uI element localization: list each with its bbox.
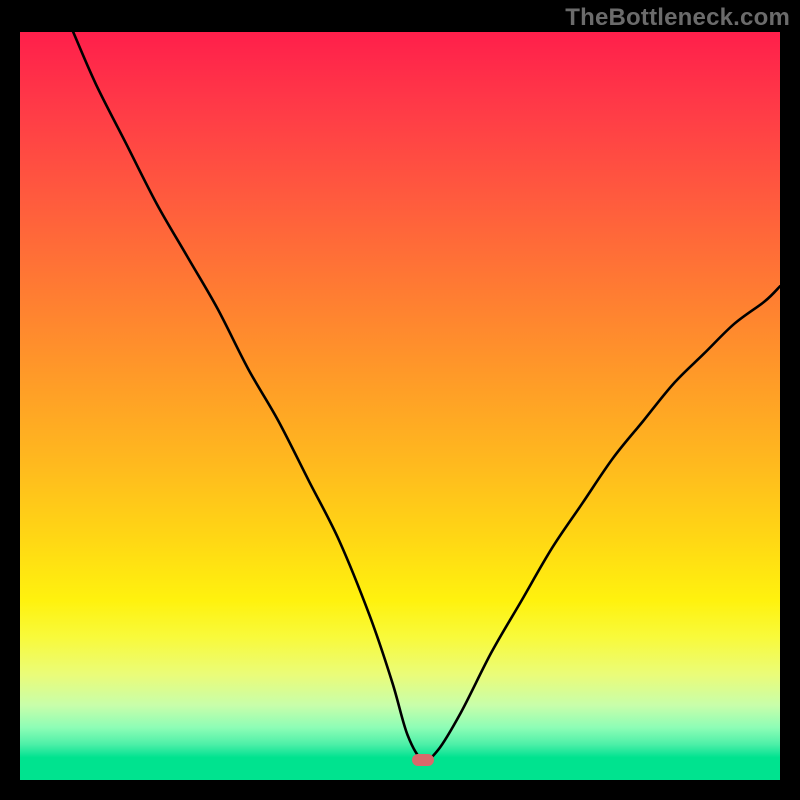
plot-area (20, 32, 780, 780)
chart-frame: TheBottleneck.com (0, 0, 800, 800)
bottleneck-curve (20, 32, 780, 780)
watermark-text: TheBottleneck.com (565, 4, 790, 32)
optimum-marker (412, 754, 434, 766)
